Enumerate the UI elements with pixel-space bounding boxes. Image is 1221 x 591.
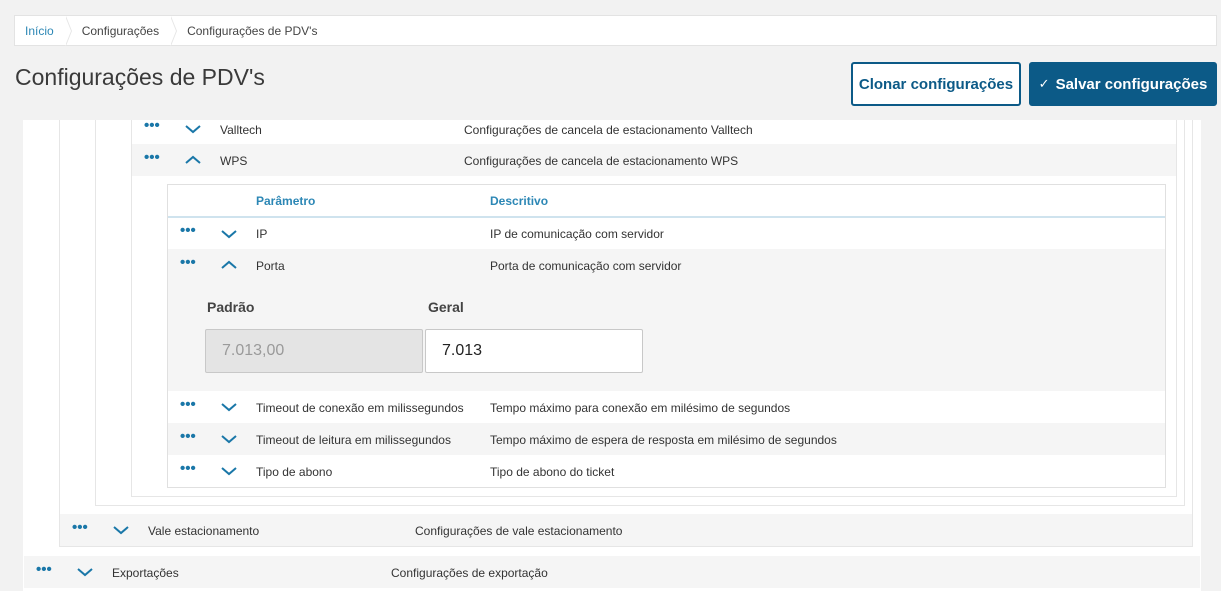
more-dots-icon[interactable]: ••• [144,150,160,165]
item-description: Configurações de exportação [391,566,548,580]
default-value-field: 7.013,00 [205,329,423,373]
column-header-parameter[interactable]: Parâmetro [256,194,315,208]
chevron-down-icon[interactable] [220,228,238,240]
column-header-description[interactable]: Descritivo [490,194,548,208]
param-description: Tempo máximo de espera de resposta em mi… [490,433,837,447]
more-dots-icon[interactable]: ••• [180,429,196,444]
table-row-tipo-abono[interactable]: ••• Tipo de abono Tipo de abono do ticke… [168,455,1165,487]
chevron-down-icon[interactable] [220,401,238,413]
more-dots-icon[interactable]: ••• [180,397,196,412]
chevron-down-icon[interactable] [220,433,238,445]
param-name: Timeout de leitura em milissegundos [256,433,451,447]
param-description: Tipo de abono do ticket [490,465,615,479]
more-dots-icon[interactable]: ••• [144,118,160,133]
item-name: WPS [220,154,248,168]
table-row-porta[interactable]: ••• Porta Porta de comunicação com servi… [168,249,1165,281]
more-dots-icon[interactable]: ••• [72,520,88,535]
check-icon: ✓ [1038,76,1050,91]
save-configurations-button[interactable]: ✓ Salvar configurações [1029,62,1217,106]
param-name: Timeout de conexão em milissegundos [256,401,464,415]
param-description: Porta de comunicação com servidor [490,259,682,273]
list-item-vale-estacionamento[interactable]: ••• Vale estacionamento Configurações de… [60,514,1192,546]
more-dots-icon[interactable]: ••• [180,223,196,238]
item-name: Valltech [220,123,262,137]
list-item-exportacoes[interactable]: ••• Exportações Configurações de exporta… [24,556,1200,588]
page: Início Configurações Configurações de PD… [0,0,1221,591]
table-row-ip[interactable]: ••• IP IP de comunicação com servidor [168,218,1165,249]
list-item-wps[interactable]: ••• WPS Configurações de cancela de esta… [132,144,1176,176]
item-description: Configurações de cancela de estacionamen… [464,154,739,168]
chevron-down-icon[interactable] [184,123,202,135]
breadcrumb-configuracoes[interactable]: Configurações [66,16,178,46]
param-name: Porta [256,259,285,273]
page-title: Configurações de PDV's [15,64,265,90]
table-row-timeout-leitura[interactable]: ••• Timeout de leitura em milissegundos … [168,423,1165,455]
breadcrumb-home[interactable]: Início [15,16,72,46]
chevron-up-icon[interactable] [220,259,238,271]
item-name: Exportações [112,566,179,580]
chevron-down-icon[interactable] [112,524,130,536]
list-item-valltech[interactable]: ••• Valltech Configurações de cancela de… [132,113,1176,144]
default-value-label: Padrão [207,299,255,315]
param-name: Tipo de abono [256,465,333,479]
general-value-input[interactable]: 7.013 [425,329,643,373]
param-description: IP de comunicação com servidor [490,227,664,241]
save-button-label: Salvar configurações [1055,75,1208,93]
more-dots-icon[interactable]: ••• [36,562,52,577]
general-value-label: Geral [428,299,464,315]
param-name: IP [256,227,268,241]
param-description: Tempo máximo para conexão em milésimo de… [490,401,791,415]
item-description: Configurações de vale estacionamento [415,524,623,538]
item-name: Vale estacionamento [148,524,260,538]
table-row-timeout-conexao[interactable]: ••• Timeout de conexão em milissegundos … [168,391,1165,423]
clone-configurations-button[interactable]: Clonar configurações [851,62,1021,106]
item-description: Configurações de cancela de estacionamen… [464,123,753,137]
chevron-down-icon[interactable] [76,566,94,578]
more-dots-icon[interactable]: ••• [180,255,196,270]
chevron-down-icon[interactable] [220,465,238,477]
more-dots-icon[interactable]: ••• [180,461,196,476]
breadcrumb-current: Configurações de PDV's [187,23,318,38]
chevron-up-icon[interactable] [184,154,202,166]
breadcrumb: Início Configurações Configurações de PD… [14,15,1217,46]
